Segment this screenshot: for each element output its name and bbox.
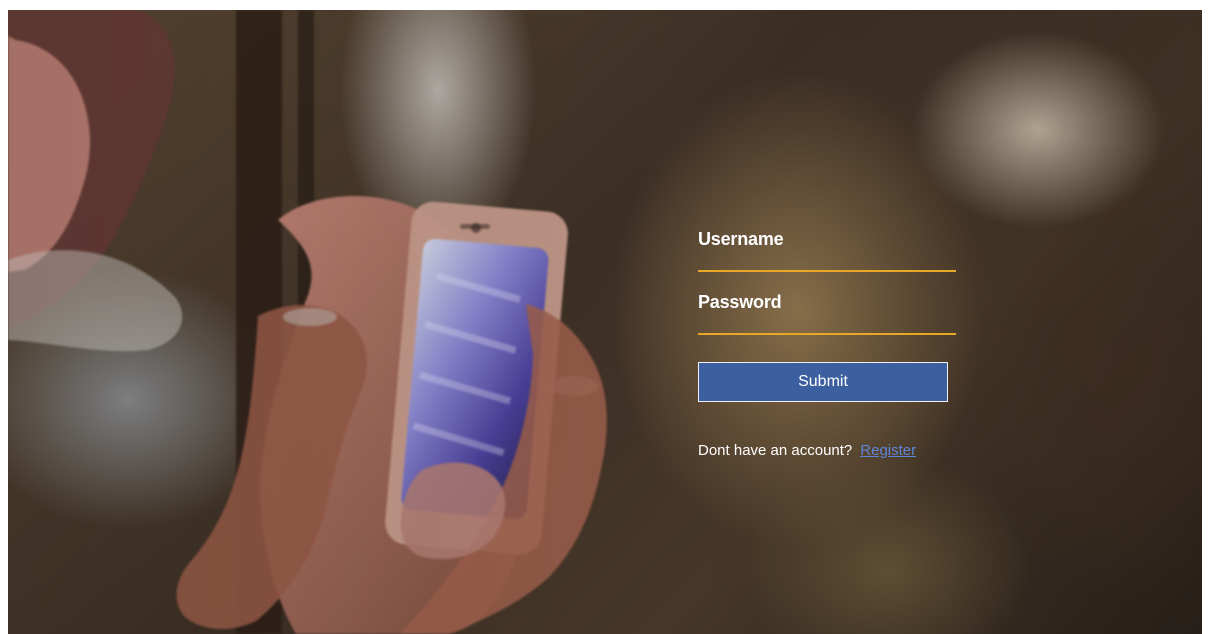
login-form: Username Password Submit Dont have an ac…: [698, 218, 968, 459]
username-input[interactable]: [698, 218, 956, 270]
password-input[interactable]: [698, 281, 956, 333]
account-prompt-row: Dont have an account? Register: [698, 442, 968, 459]
register-link[interactable]: Register: [860, 442, 916, 459]
background-shade: [8, 10, 1202, 634]
account-prompt-text: Dont have an account?: [698, 442, 853, 459]
submit-button[interactable]: Submit: [698, 362, 948, 402]
login-page: Username Password Submit Dont have an ac…: [8, 10, 1202, 634]
username-field[interactable]: Username: [698, 218, 956, 272]
password-field[interactable]: Password: [698, 281, 956, 335]
